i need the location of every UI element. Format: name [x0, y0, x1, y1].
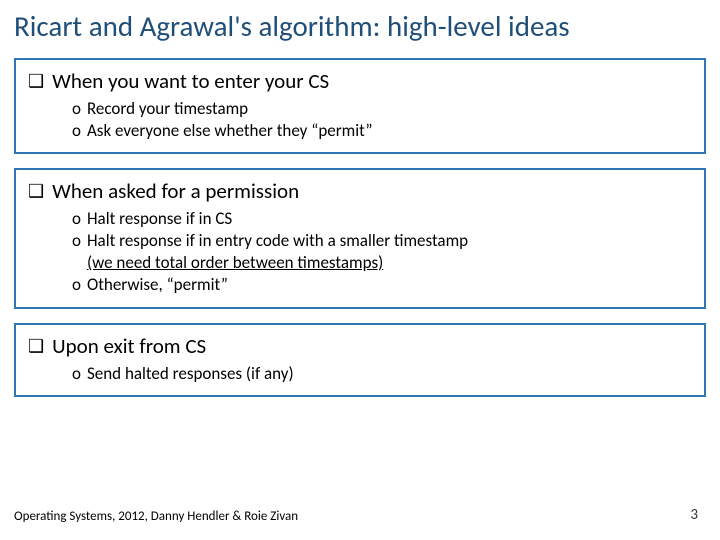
- item-text: Ask everyone else whether they “permit”: [87, 120, 373, 142]
- sub-list: o Halt response if in CS o Halt response …: [28, 208, 692, 296]
- item-text: Record your timestamp: [87, 98, 248, 120]
- o-bullet-icon: o: [72, 363, 81, 385]
- square-bullet-icon: ❑: [28, 68, 44, 94]
- item-text: Halt response if in entry code with a sm…: [87, 230, 468, 274]
- page-number: 3: [690, 506, 698, 524]
- section-heading: ❑ Upon exit from CS: [28, 333, 692, 359]
- footer-text: Operating Systems, 2012, Danny Hendler &…: [14, 509, 298, 524]
- list-item: o Send halted responses (if any): [72, 363, 692, 385]
- item-text: Otherwise, “permit”: [87, 274, 228, 296]
- square-bullet-icon: ❑: [28, 333, 44, 359]
- list-item: o Otherwise, “permit”: [72, 274, 692, 296]
- list-item: o Record your timestamp: [72, 98, 692, 120]
- list-item: o Ask everyone else whether they “permit”: [72, 120, 692, 142]
- sub-list: o Record your timestamp o Ask everyone els…: [28, 98, 692, 142]
- page-title: Ricart and Agrawal's algorithm: high-lev…: [14, 0, 706, 58]
- list-item: o Halt response if in CS: [72, 208, 692, 230]
- slide: Ricart and Agrawal's algorithm: high-lev…: [0, 0, 720, 540]
- sub-list: o Send halted responses (if any): [28, 363, 692, 385]
- item-text: Send halted responses (if any): [87, 363, 294, 385]
- o-bullet-icon: o: [72, 120, 81, 142]
- heading-text: When asked for a permission: [52, 178, 299, 204]
- section-heading: ❑ When you want to enter your CS: [28, 68, 692, 94]
- item-text-main: Halt response if in entry code with a sm…: [87, 230, 468, 251]
- section-box-enter-cs: ❑ When you want to enter your CS o Record…: [14, 58, 706, 154]
- o-bullet-icon: o: [72, 274, 81, 296]
- square-bullet-icon: ❑: [28, 178, 44, 204]
- o-bullet-icon: o: [72, 208, 81, 230]
- heading-text: When you want to enter your CS: [52, 68, 329, 94]
- underline-note: (we need total order between timestamps): [87, 252, 383, 273]
- heading-text: Upon exit from CS: [52, 333, 206, 359]
- section-heading: ❑ When asked for a permission: [28, 178, 692, 204]
- section-box-permission: ❑ When asked for a permission o Halt resp…: [14, 168, 706, 308]
- list-item: o Halt response if in entry code with a …: [72, 230, 692, 274]
- item-text: Halt response if in CS: [87, 208, 232, 230]
- section-box-exit-cs: ❑ Upon exit from CS o Send halted respons…: [14, 323, 706, 397]
- o-bullet-icon: o: [72, 230, 81, 274]
- o-bullet-icon: o: [72, 98, 81, 120]
